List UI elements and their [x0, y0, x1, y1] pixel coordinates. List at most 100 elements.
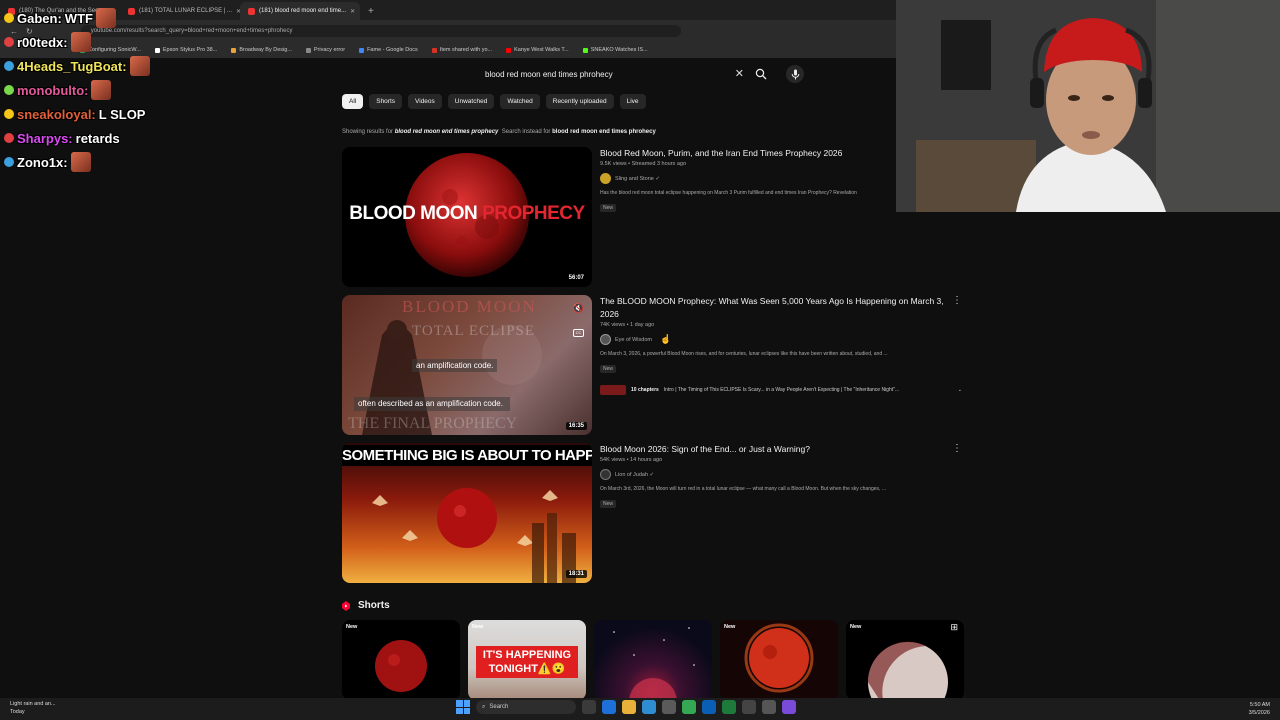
video-info: The BLOOD MOON Prophecy: What Was Seen 5…	[600, 295, 962, 395]
video-thumbnail-preview[interactable]: BLOOD MOON TOTAL ECLIPSE THE FINAL PROPH…	[342, 295, 592, 435]
thumbnail-title: SOMETHING BIG IS ABOUT TO HAPPEN.	[342, 445, 592, 466]
clock-time: 5:50 AM	[1249, 702, 1270, 708]
chat-text: retards	[75, 130, 120, 146]
excel-icon[interactable]	[722, 700, 736, 714]
chat-emote-icon	[70, 152, 91, 172]
chat-message: 4Heads_TugBoat:	[4, 54, 204, 78]
system-clock[interactable]: 5:50 AM 3/5/2026	[1249, 701, 1270, 717]
chat-badge-icon	[4, 13, 14, 23]
taskbar-search[interactable]: ⌕ Search	[476, 700, 576, 714]
windows-start-icon[interactable]	[456, 700, 470, 714]
chip-watched[interactable]: Watched	[500, 94, 540, 109]
shorts-shelf: New IT'S HAPPENING TONIGHT⚠️😮 New New Ne…	[342, 620, 964, 700]
chat-text: WTF	[64, 10, 93, 26]
showing-prefix: Showing results for	[342, 129, 394, 135]
thumbnail-title: BLOOD MOON PROPHECY	[342, 203, 592, 225]
video-info: Blood Moon 2026: Sign of the End... or J…	[600, 443, 960, 510]
more-actions-icon[interactable]: ⋮	[952, 443, 962, 454]
obs-icon[interactable]	[762, 700, 776, 714]
bookmark-favicon-icon	[305, 47, 311, 53]
duration-badge: 18:31	[565, 570, 587, 578]
vscode-icon[interactable]	[702, 700, 716, 714]
chip-recently-uploaded[interactable]: Recently uploaded	[545, 94, 614, 109]
chip-unwatched[interactable]: Unwatched	[447, 94, 495, 109]
short-card[interactable]	[594, 620, 712, 700]
video-title[interactable]: Blood Moon 2026: Sign of the End... or J…	[600, 443, 960, 456]
file-explorer-icon[interactable]	[622, 700, 636, 714]
chat-username: r00tedx:	[17, 34, 68, 50]
chevron-down-icon[interactable]: ⌄	[958, 387, 962, 393]
tab-label: (181) blood red moon end time...	[259, 8, 347, 14]
channel-avatar[interactable]	[600, 469, 611, 480]
bookmark-item[interactable]: Kanye West Walks T...	[506, 47, 569, 53]
chip-shorts[interactable]: Shorts	[369, 94, 403, 109]
chat-message: Zono1x:	[4, 150, 204, 174]
bookmark-item[interactable]: SNEAKO Watches IS...	[582, 47, 648, 53]
voice-search-button[interactable]	[786, 65, 804, 83]
bookmark-item[interactable]: Fame - Google Docs	[359, 47, 418, 53]
chat-message: Sharpys: retards	[4, 126, 204, 150]
browser-tab-active[interactable]: (181) blood red moon end time... ✕	[240, 2, 360, 20]
channel-name[interactable]: Lion of Judah ✓	[615, 472, 654, 478]
short-card[interactable]: New	[720, 620, 838, 700]
more-actions-icon[interactable]: ⋮	[952, 295, 962, 306]
search-input-value: blood red moon end times phrohecy	[485, 69, 613, 79]
bookmark-item[interactable]: Privacy error	[305, 47, 345, 53]
video-result[interactable]: BLOOD MOON PROPHECY 56:07 Blood Red Moon…	[342, 147, 962, 287]
original-query-link[interactable]: blood red moon end times phrohecy	[552, 129, 656, 135]
close-tab-icon[interactable]: ✕	[350, 8, 355, 15]
chip-live[interactable]: Live	[619, 94, 646, 109]
search-input[interactable]: blood red moon end times phrohecy ✕	[476, 64, 750, 84]
channel-row[interactable]: Lion of Judah ✓	[600, 469, 960, 480]
channel-name[interactable]: Sling and Stone ✓	[615, 176, 660, 182]
channel-avatar[interactable]	[600, 334, 611, 345]
chat-username: sneakoloyal:	[17, 106, 96, 122]
terminal-icon[interactable]	[742, 700, 756, 714]
browser-icon[interactable]	[642, 700, 656, 714]
video-thumbnail[interactable]: BLOOD MOON PROPHECY 56:07	[342, 147, 592, 287]
video-thumbnail[interactable]: SOMETHING BIG IS ABOUT TO HAPPEN. 18:31	[342, 443, 592, 583]
chat-username: 4Heads_TugBoat:	[17, 58, 127, 74]
video-description: On March 3, 2026, a powerful Blood Moon …	[600, 351, 888, 357]
new-tab-button[interactable]: +	[360, 2, 382, 20]
clear-search-icon[interactable]: ✕	[735, 67, 744, 80]
channel-avatar[interactable]	[600, 173, 611, 184]
windows-taskbar: Light rain and an... Today ⌕ Search 5:50 …	[0, 698, 1280, 720]
short-card[interactable]: New	[342, 620, 460, 700]
clock-date: 3/5/2026	[1248, 710, 1270, 716]
bookmark-item[interactable]: Broadway By Desig...	[231, 47, 292, 53]
chat-badge-icon	[4, 157, 14, 167]
video-result[interactable]: BLOOD MOON TOTAL ECLIPSE THE FINAL PROPH…	[342, 295, 962, 435]
discord-icon[interactable]	[782, 700, 796, 714]
bookmark-item[interactable]: Item shared with yo...	[431, 47, 492, 53]
chrome-icon[interactable]	[682, 700, 696, 714]
chat-message: Gaben: WTF	[4, 6, 204, 30]
shorts-heading: Shorts	[358, 600, 390, 611]
bookmark-label: Broadway By Desig...	[239, 47, 292, 53]
chapters-row[interactable]: 10 chapters Intro | The Timing of This E…	[600, 385, 962, 395]
chip-videos[interactable]: Videos	[408, 94, 442, 109]
webcam-feed	[896, 0, 1280, 212]
duration-badge: 16:35	[565, 422, 587, 430]
task-view-icon[interactable]	[582, 700, 596, 714]
channel-row[interactable]: Eye of Wisdom ☝	[600, 334, 960, 345]
chip-all[interactable]: All	[342, 94, 364, 109]
weather-day: Today	[10, 709, 25, 715]
short-card[interactable]: IT'S HAPPENING TONIGHT⚠️😮 New	[468, 620, 586, 700]
short-card[interactable]: New ⊞	[846, 620, 964, 700]
corrected-query-link[interactable]: blood red moon end times prophecy	[395, 129, 499, 135]
search-button[interactable]	[752, 66, 770, 82]
new-badge: New	[600, 500, 617, 508]
chat-badge-icon	[4, 85, 14, 95]
video-title[interactable]: The BLOOD MOON Prophecy: What Was Seen 5…	[600, 295, 960, 321]
store-icon[interactable]	[662, 700, 676, 714]
chat-message: r00tedx:	[4, 30, 204, 54]
caption-text: an amplification code.	[412, 359, 498, 372]
chat-emote-icon	[95, 8, 116, 28]
captions-icon[interactable]: CC	[573, 329, 584, 337]
video-result[interactable]: SOMETHING BIG IS ABOUT TO HAPPEN. 18:31 …	[342, 443, 962, 583]
channel-name[interactable]: Eye of Wisdom	[615, 337, 652, 343]
weather-widget[interactable]: Light rain and an... Today	[10, 700, 56, 716]
edge-icon[interactable]	[602, 700, 616, 714]
mute-icon[interactable]: 🔇	[573, 303, 584, 314]
